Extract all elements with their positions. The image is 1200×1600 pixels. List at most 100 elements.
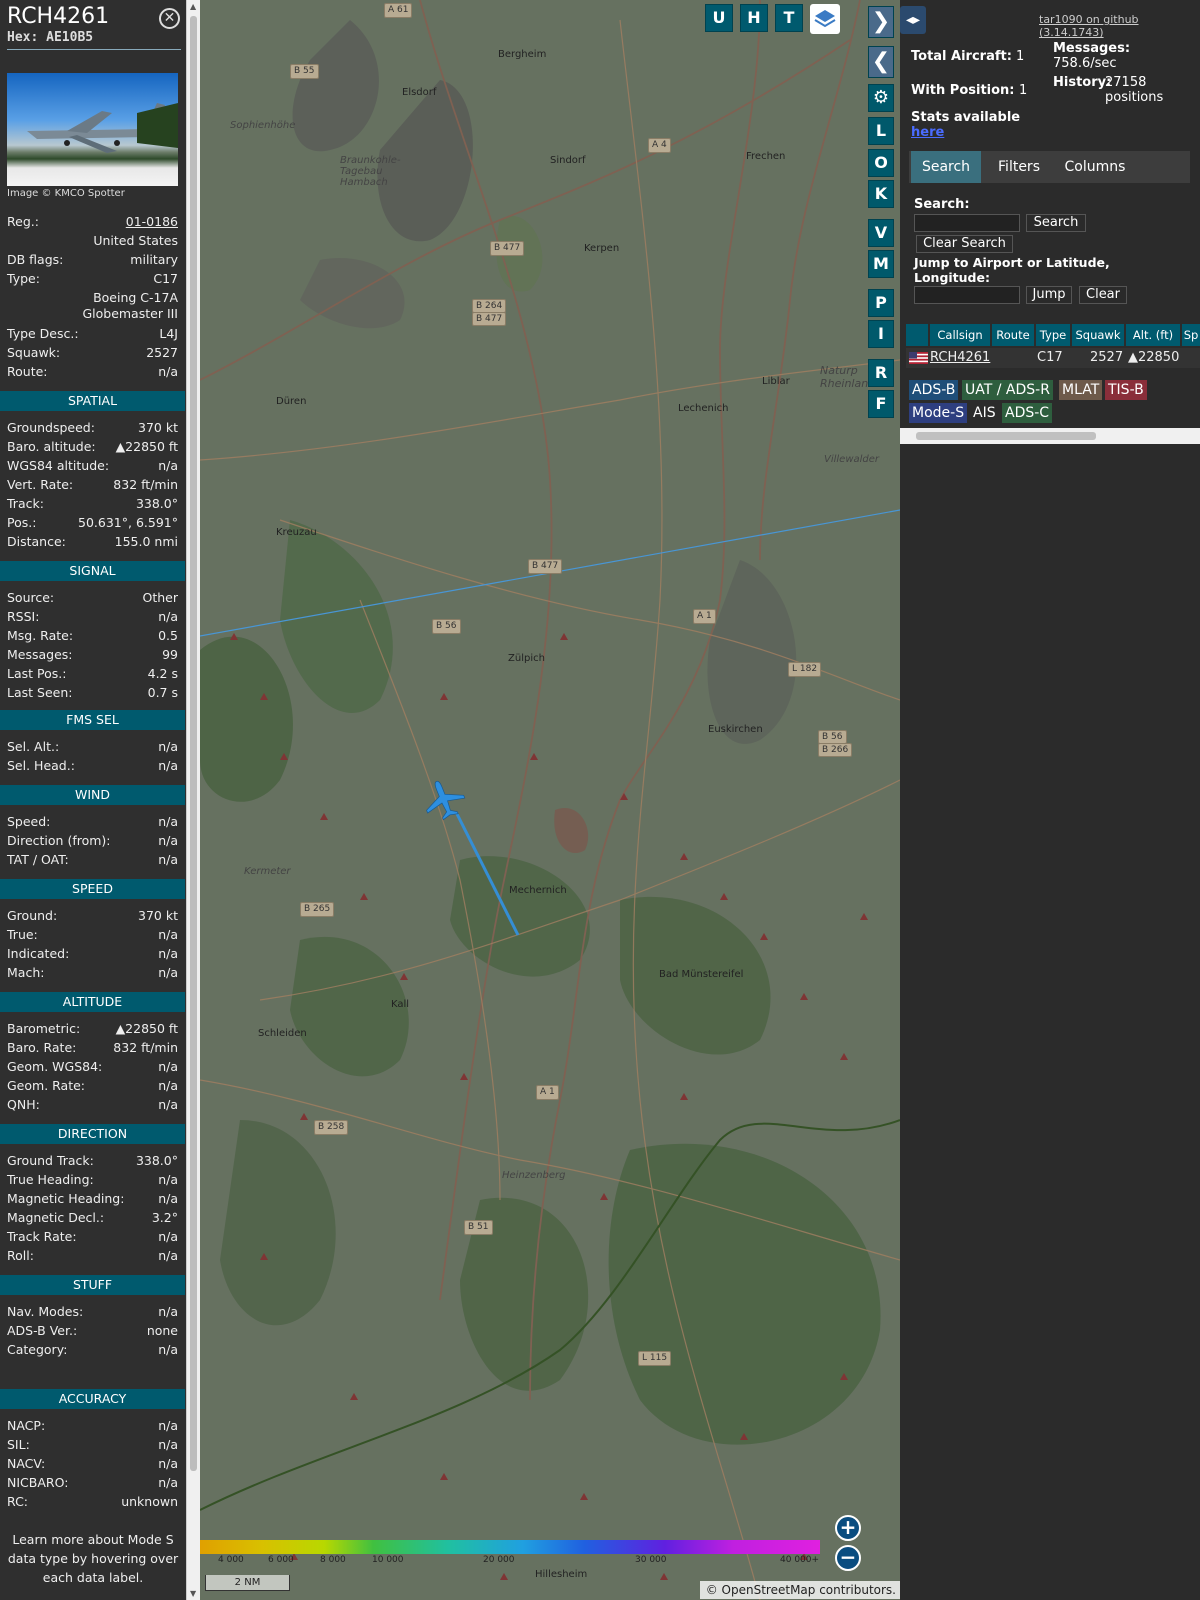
map-button-v[interactable]: V (868, 219, 894, 247)
info-field: Type: C17 (7, 269, 178, 288)
info-field-value: none (146, 1323, 178, 1338)
image-credit: Image © KMCO Spotter (7, 188, 125, 199)
github-link[interactable]: tar1090 on github (3.14.1743) (1039, 13, 1200, 39)
info-field-label: Ground: (7, 908, 58, 923)
search-input[interactable] (914, 214, 1020, 232)
info-field: Magnetic Heading: n/a (7, 1189, 178, 1208)
column-header-route[interactable]: Route (992, 324, 1034, 346)
stats-link[interactable]: here (911, 125, 944, 140)
info-field-value: n/a (158, 1059, 178, 1074)
column-header-type[interactable]: Type (1036, 324, 1070, 346)
info-field-value: n/a (158, 965, 178, 980)
map-view[interactable]: Bergheim Elsdorf Sindorf Frechen Kerpen … (200, 0, 900, 1600)
jump-button[interactable]: Jump (1026, 286, 1072, 304)
section-header: DIRECTION (0, 1124, 185, 1144)
map-button-k[interactable]: K (868, 180, 894, 208)
info-field: SIL: n/a (7, 1435, 178, 1454)
column-header-squawk[interactable]: Squawk (1072, 324, 1124, 346)
info-field-value: n/a (158, 1418, 178, 1433)
source-badge[interactable]: UAT / ADS-R (962, 380, 1053, 400)
column-header-flag[interactable] (906, 324, 928, 346)
map-button-r[interactable]: R (868, 359, 894, 387)
map-button-p[interactable]: P (868, 289, 894, 317)
map-place-label: Lechenich (678, 403, 729, 414)
road-shield: A 4 (648, 138, 671, 153)
map-button-i[interactable]: I (868, 320, 894, 348)
road-shield: B 266 (818, 743, 853, 757)
road-shield: L 182 (788, 662, 822, 677)
gear-icon[interactable]: ⚙ (868, 84, 894, 112)
close-icon[interactable]: ✕ (159, 8, 180, 29)
column-header-speed[interactable]: Sp (1182, 324, 1200, 346)
map-button-o[interactable]: O (868, 149, 894, 177)
section-header: ALTITUDE (0, 992, 185, 1012)
info-field-label: RSSI: (7, 609, 40, 624)
info-field-value: 338.0° (135, 1153, 178, 1168)
info-field-label: Reg.: (7, 214, 39, 229)
map-attribution[interactable]: © OpenStreetMap contributors. (700, 1581, 900, 1599)
source-badge[interactable]: ADS-B (909, 380, 959, 400)
search-button[interactable]: Search (1026, 214, 1086, 232)
clear-button[interactable]: Clear (1079, 286, 1127, 304)
layers-button[interactable] (810, 4, 840, 34)
clear-search-button[interactable]: Clear Search (916, 235, 1013, 253)
info-field: QNH: n/a (7, 1095, 178, 1114)
row-callsign[interactable]: RCH4261 (930, 348, 990, 368)
legend-tick: 40 000+ (780, 1555, 820, 1565)
column-header-altitude[interactable]: Alt. (ft) (1126, 324, 1180, 346)
info-field: Ground Track: 338.0° (7, 1151, 178, 1170)
map-button-h[interactable]: H (740, 4, 768, 32)
info-field-value: unknown (121, 1494, 178, 1509)
zoom-out-button[interactable]: − (835, 1545, 861, 1571)
aircraft-icon[interactable] (422, 778, 466, 822)
list-horizontal-scrollbar[interactable] (900, 428, 1200, 444)
info-field-value: n/a (158, 833, 178, 848)
map-button-f[interactable]: F (868, 390, 894, 418)
info-field: ADS-B Ver.: none (7, 1321, 178, 1340)
info-field-value: n/a (158, 609, 178, 624)
registration-link[interactable]: 01-0186 (126, 212, 178, 231)
source-badge[interactable]: ADS-C (1002, 403, 1053, 423)
source-badge[interactable]: TIS-B (1105, 380, 1147, 400)
tab-search[interactable]: Search (911, 151, 981, 183)
road-shield: A 1 (693, 609, 716, 624)
map-place-label: Sindorf (550, 155, 586, 166)
map-place-label: Kerpen (584, 243, 620, 254)
chevron-right-icon[interactable]: ❯ (868, 6, 894, 38)
chevron-left-icon[interactable]: ❮ (868, 46, 894, 78)
map-button-m[interactable]: M (868, 250, 894, 278)
map-button-l[interactable]: L (868, 117, 894, 145)
jump-input[interactable] (914, 286, 1020, 304)
aircraft-photo[interactable] (7, 73, 178, 186)
info-field: Indicated: n/a (7, 944, 178, 963)
scroll-up-icon[interactable]: ▲ (190, 2, 196, 11)
map-button-u[interactable]: U (705, 4, 733, 32)
expand-icon[interactable]: ◂▸ (900, 6, 926, 34)
tab-filters[interactable]: Filters (985, 151, 1053, 183)
scrollbar-thumb[interactable] (190, 16, 197, 1471)
info-field-value: n/a (158, 1229, 178, 1244)
map-button-t[interactable]: T (775, 4, 803, 32)
column-header-callsign[interactable]: Callsign (930, 324, 990, 346)
row-type: C17 (1037, 350, 1063, 365)
aircraft-list-panel: ◂▸ tar1090 on github (3.14.1743) Total A… (900, 0, 1200, 1600)
tab-columns[interactable]: Columns (1057, 151, 1133, 183)
aircraft-photo-image (27, 103, 178, 153)
info-field-label: Type Desc.: (7, 326, 79, 341)
info-panel-scrollbar[interactable]: ▲ ▼ (186, 0, 200, 1600)
zoom-in-button[interactable]: + (835, 1515, 861, 1541)
info-field-label: True Heading: (7, 1172, 94, 1187)
info-field-value: 338.0° (135, 496, 178, 511)
info-field-value: n/a (158, 1475, 178, 1490)
info-field: Ground: 370 kt (7, 906, 178, 925)
info-field: Last Pos.: 4.2 s (7, 664, 178, 683)
info-field-label: NACV: (7, 1456, 46, 1471)
source-badge[interactable]: Mode-S (909, 403, 968, 423)
info-field-label: Last Pos.: (7, 666, 67, 681)
source-badge[interactable]: MLAT (1059, 380, 1103, 400)
scrollbar-thumb[interactable] (916, 432, 1096, 440)
source-badge[interactable]: AIS (970, 403, 999, 423)
road-shield: B 477 (528, 559, 563, 574)
scroll-down-icon[interactable]: ▼ (190, 1589, 196, 1598)
info-field: Squawk: 2527 (7, 343, 178, 362)
